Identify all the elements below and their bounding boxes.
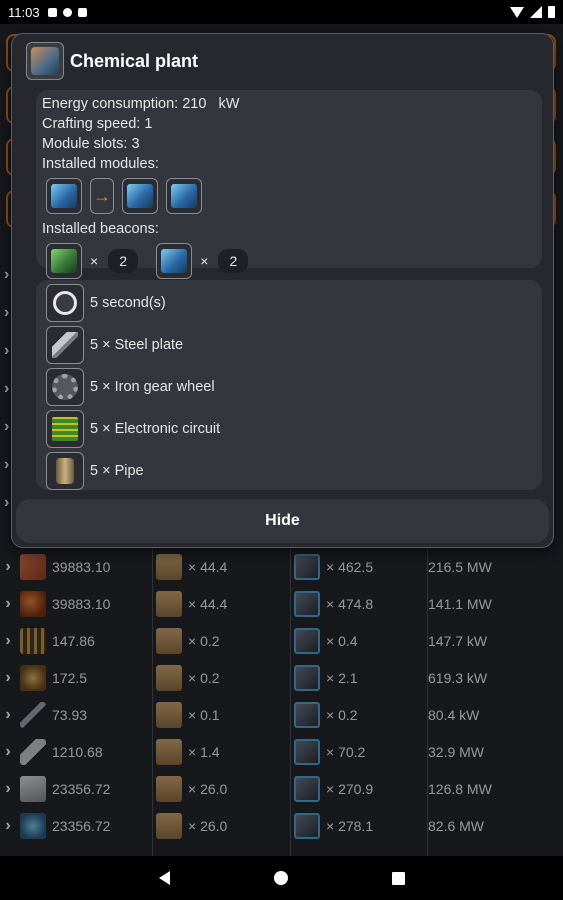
list-item[interactable]: 5 × Steel plate — [46, 324, 542, 366]
module-slot[interactable] — [122, 178, 158, 214]
building-details-dialog: Chemical plant Energy consumption: 210 k… — [11, 33, 554, 548]
energy-consumption: Energy consumption: 210 kW — [42, 96, 240, 112]
home-icon[interactable] — [273, 871, 288, 885]
notification-icon — [77, 7, 87, 17]
installed-beacons-label: Installed beacons: — [42, 221, 159, 237]
beacon-count[interactable]: 2 — [218, 249, 249, 273]
notification-icon — [62, 7, 72, 17]
pipe-icon — [46, 452, 84, 490]
hide-button[interactable]: Hide — [16, 499, 549, 543]
ingredient-label: 5 × Steel plate — [90, 337, 184, 353]
recents-icon[interactable] — [391, 871, 405, 885]
crafting-speed: Crafting speed: 1 — [42, 116, 153, 132]
steel-plate-icon — [46, 326, 84, 364]
installed-modules-row: → — [46, 176, 536, 216]
module-slots: Module slots: 3 — [42, 136, 140, 152]
back-icon[interactable] — [158, 871, 170, 885]
beacon-slot[interactable] — [46, 243, 82, 279]
list-item[interactable]: 5 × Pipe — [46, 450, 542, 492]
ingredients-panel: 5 second(s) 5 × Steel plate 5 × Iron gea… — [36, 280, 542, 490]
installed-beacons-row: × 2 × 2 — [46, 241, 536, 281]
times-sign: × — [90, 253, 99, 269]
beacon-icon — [51, 249, 77, 273]
beacon-module-icon — [161, 249, 188, 273]
times-sign: × — [200, 253, 209, 269]
clock-icon — [46, 284, 84, 322]
beacon-slot[interactable] — [156, 243, 193, 279]
list-item[interactable]: 5 second(s) — [46, 282, 542, 324]
dialog-header: Chemical plant — [26, 42, 198, 80]
ingredient-label: 5 × Electronic circuit — [90, 421, 221, 437]
beacon-count[interactable]: 2 — [108, 249, 139, 273]
arrow-right-icon[interactable]: → — [90, 178, 114, 214]
ingredient-label: 5 × Pipe — [90, 463, 144, 479]
status-bar: 11:03 — [0, 0, 563, 24]
installed-modules-label: Installed modules: — [42, 156, 159, 172]
system-nav-bar — [0, 856, 563, 900]
electronic-circuit-icon — [46, 410, 84, 448]
clock-text: 11:03 — [8, 4, 40, 20]
module-slot[interactable] — [166, 178, 202, 214]
speed-module-icon — [127, 184, 153, 208]
list-item[interactable]: 5 × Iron gear wheel — [46, 366, 542, 408]
list-item[interactable]: 5 × Electronic circuit — [46, 408, 542, 450]
speed-module-icon — [51, 184, 77, 208]
wifi-icon — [510, 6, 524, 18]
chemical-plant-icon — [26, 42, 64, 80]
iron-gear-wheel-icon — [46, 368, 84, 406]
module-slot[interactable] — [46, 178, 82, 214]
signal-icon — [530, 6, 542, 18]
notification-icon — [47, 7, 57, 17]
ingredient-label: 5 second(s) — [90, 295, 166, 311]
speed-module-icon — [171, 184, 197, 208]
dialog-title: Chemical plant — [70, 50, 199, 71]
building-info-panel: Energy consumption: 210 kW Crafting spee… — [36, 90, 542, 279]
battery-icon — [548, 6, 555, 18]
ingredient-label: 5 × Iron gear wheel — [90, 379, 215, 395]
